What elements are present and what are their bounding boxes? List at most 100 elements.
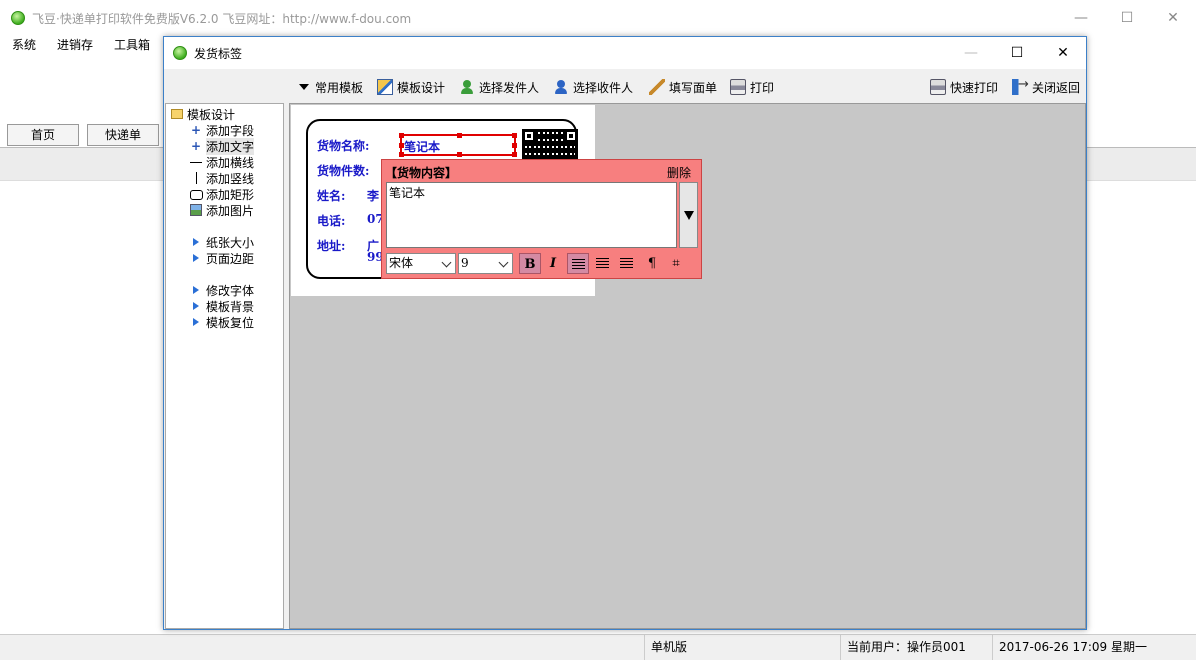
choose-recipient-button[interactable]: 选择收件人 xyxy=(553,77,633,97)
dialog-logo-icon xyxy=(173,46,187,60)
quick-print-button[interactable]: 快速打印 xyxy=(930,77,998,97)
italic-button[interactable]: I xyxy=(542,253,564,274)
paragraph-icon: ¶ xyxy=(647,256,657,271)
tree-item-template-background[interactable]: 模板背景 xyxy=(190,298,254,314)
main-title-bar: 飞豆·快递单打印软件免费版V6.2.0 飞豆网址：http://www.f-do… xyxy=(0,0,1196,36)
exit-icon xyxy=(1012,77,1029,95)
design-icon xyxy=(377,79,393,95)
tree-item-label: 添加图片 xyxy=(206,203,255,218)
name-value[interactable]: 李 xyxy=(367,187,379,204)
tab-express-form[interactable]: 快递单 xyxy=(87,124,159,146)
print-button[interactable]: 打印 xyxy=(730,77,774,97)
fill-form-button[interactable]: 填写面单 xyxy=(649,77,717,97)
choose-sender-label: 选择发件人 xyxy=(479,80,540,95)
content-textarea[interactable]: 笔记本 xyxy=(386,182,677,248)
delete-button[interactable]: 删除 xyxy=(667,164,691,181)
template-design-button[interactable]: 模板设计 xyxy=(377,77,445,97)
qr-code[interactable] xyxy=(522,129,578,163)
align-left-button[interactable] xyxy=(567,253,589,274)
paragraph-button[interactable]: ¶ xyxy=(641,253,663,274)
menubar: 系统 进销存 工具箱 xyxy=(0,36,159,54)
horizontal-line-icon xyxy=(190,156,202,168)
tree-item-label: 添加字段 xyxy=(206,123,255,138)
tree-item-add-rect[interactable]: 添加矩形 xyxy=(190,186,254,202)
goods-count-label[interactable]: 货物件数: xyxy=(317,162,369,179)
resize-handle[interactable] xyxy=(512,152,517,157)
main-window-title: 飞豆·快递单打印软件免费版V6.2.0 飞豆网址：http://www.f-do… xyxy=(32,11,412,26)
tree-root[interactable]: 模板设计 xyxy=(171,106,235,122)
content-dropdown-button[interactable] xyxy=(679,182,698,248)
tree-item-label: 模板复位 xyxy=(206,315,255,330)
dialog-minimize-button[interactable]: — xyxy=(948,37,994,69)
arrow-right-icon xyxy=(190,236,202,248)
main-close-button[interactable]: ✕ xyxy=(1150,0,1196,36)
pencil-icon xyxy=(649,79,665,95)
tree-item-label: 添加文字 xyxy=(206,137,255,155)
shipping-label-dialog: 发货标签 — ☐ ✕ 常用模板 模板设计 选择发件人 选择收件人 填写面单 打印… xyxy=(163,36,1087,630)
status-user: 当前用户：操作员001 xyxy=(840,635,992,660)
tab-home[interactable]: 首页 xyxy=(7,124,79,146)
tree-item-add-field[interactable]: + 添加字段 xyxy=(190,122,254,138)
tree-item-label: 添加竖线 xyxy=(206,171,255,186)
main-minimize-button[interactable]: — xyxy=(1058,0,1104,36)
tree-item-label: 模板背景 xyxy=(206,299,255,314)
align-right-button[interactable] xyxy=(615,253,637,274)
quick-print-label: 快速打印 xyxy=(950,80,999,95)
align-center-button[interactable] xyxy=(591,253,613,274)
bold-button[interactable]: B xyxy=(519,253,541,274)
common-templates-button[interactable]: 常用模板 xyxy=(299,77,363,97)
font-size-select[interactable]: 9 xyxy=(458,253,513,274)
align-right-icon xyxy=(619,258,633,269)
close-return-button[interactable]: 关闭返回 xyxy=(1012,77,1080,97)
tree-item-add-vline[interactable]: 添加竖线 xyxy=(190,170,254,186)
name-label[interactable]: 姓名: xyxy=(317,187,345,204)
menu-toolbox[interactable]: 工具箱 xyxy=(102,36,159,54)
address-label[interactable]: 地址: xyxy=(317,237,345,254)
choose-recipient-label: 选择收件人 xyxy=(573,80,634,95)
tree-item-template-reset[interactable]: 模板复位 xyxy=(190,314,254,330)
menu-system[interactable]: 系统 xyxy=(0,36,45,54)
dialog-title-bar: 发货标签 — ☐ ✕ xyxy=(164,37,1086,69)
phone-label[interactable]: 电话: xyxy=(317,212,345,229)
tree-item-label: 修改字体 xyxy=(206,283,255,298)
tree-item-add-text[interactable]: + 添加文字 xyxy=(190,137,255,155)
tree-item-label: 纸张大小 xyxy=(206,235,255,250)
resize-handle[interactable] xyxy=(512,133,517,138)
font-select[interactable]: 宋体 xyxy=(386,253,456,274)
dialog-maximize-button[interactable]: ☐ xyxy=(994,37,1040,69)
main-maximize-button[interactable]: ☐ xyxy=(1104,0,1150,36)
tree-item-change-font[interactable]: 修改字体 xyxy=(190,282,254,298)
tree-item-label: 页面边距 xyxy=(206,251,255,266)
popup-title: 【货物内容】 xyxy=(385,166,458,180)
arrow-right-icon xyxy=(190,252,202,264)
frame-icon: ⌗ xyxy=(672,256,680,271)
tree-item-add-image[interactable]: 添加图片 xyxy=(190,202,254,218)
qr-finder xyxy=(522,129,536,143)
align-left-icon xyxy=(571,259,585,270)
resize-handle[interactable] xyxy=(457,152,462,157)
image-icon xyxy=(190,204,202,216)
resize-handle[interactable] xyxy=(512,143,517,148)
status-mode: 单机版 xyxy=(644,635,840,660)
arrow-right-icon xyxy=(190,300,202,312)
dropdown-arrow-icon xyxy=(299,84,309,90)
tree-item-label: 添加矩形 xyxy=(206,187,255,202)
fill-form-label: 填写面单 xyxy=(669,80,718,95)
selected-text-field[interactable]: 笔记本 xyxy=(399,133,517,157)
text-edit-popup: 【货物内容】 删除 笔记本 宋体 9 B I ¶ ⌗ xyxy=(381,159,702,279)
common-templates-label: 常用模板 xyxy=(315,80,364,95)
choose-sender-button[interactable]: 选择发件人 xyxy=(459,77,539,97)
resize-handle[interactable] xyxy=(457,133,462,138)
fit-frame-button[interactable]: ⌗ xyxy=(665,253,687,274)
app-logo-icon xyxy=(11,11,25,25)
tree-item-add-hline[interactable]: 添加横线 xyxy=(190,154,254,170)
dialog-title: 发货标签 xyxy=(194,46,243,61)
vertical-line-icon xyxy=(190,172,202,184)
menu-inventory[interactable]: 进销存 xyxy=(45,36,102,54)
dialog-close-button[interactable]: ✕ xyxy=(1040,37,1086,69)
goods-name-label[interactable]: 货物名称: xyxy=(317,137,369,154)
template-design-label: 模板设计 xyxy=(397,80,446,95)
tree-item-page-margin[interactable]: 页面边距 xyxy=(190,250,254,266)
arrow-right-icon xyxy=(190,284,202,296)
tree-item-paper-size[interactable]: 纸张大小 xyxy=(190,234,254,250)
